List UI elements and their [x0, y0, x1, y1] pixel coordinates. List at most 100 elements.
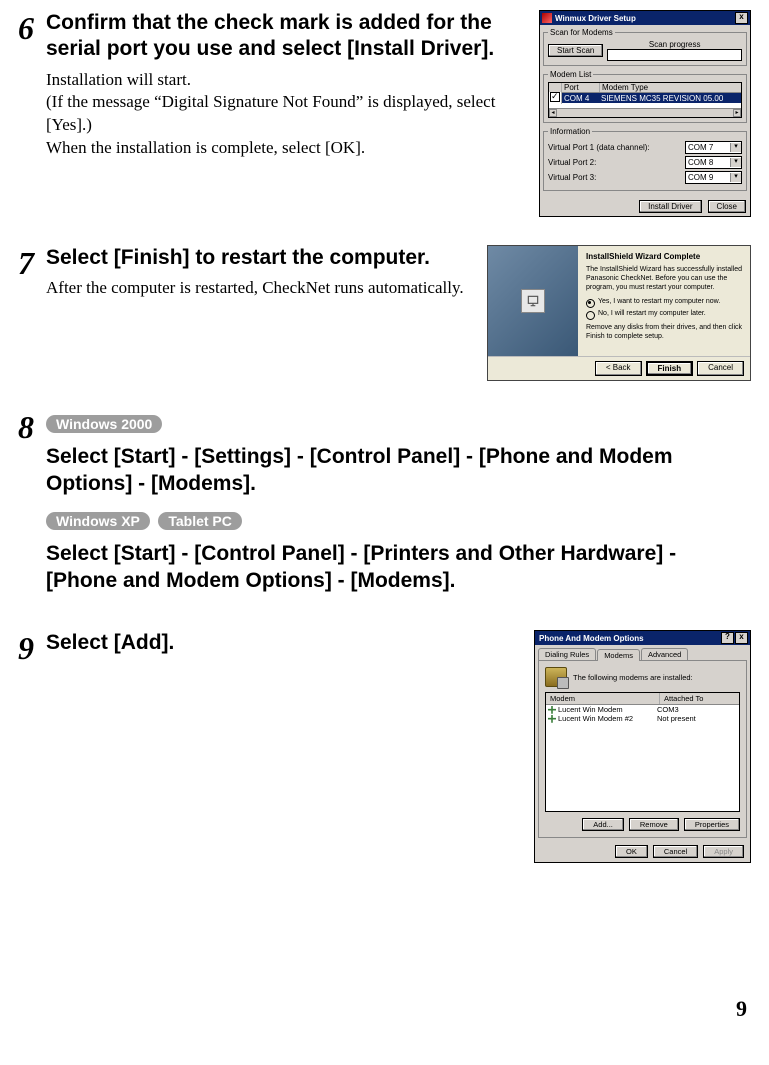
horizontal-scrollbar[interactable]: ◂ ▸ — [549, 108, 741, 117]
modem-item-icon — [548, 715, 556, 723]
step-6: 6 Confirm that the check mark is added f… — [18, 10, 751, 217]
step-number: 8 — [18, 409, 46, 443]
scroll-right-icon[interactable]: ▸ — [733, 109, 741, 117]
scroll-left-icon[interactable]: ◂ — [549, 109, 557, 117]
start-scan-button[interactable]: Start Scan — [548, 44, 603, 57]
chevron-down-icon: ▾ — [730, 173, 741, 182]
step-text: Select [Add]. — [46, 630, 534, 662]
page: 6 Confirm that the check mark is added f… — [0, 0, 769, 1030]
radio-icon — [586, 299, 595, 308]
step8-instruction-a: Select [Start] - [Settings] - [Control P… — [46, 443, 751, 498]
step-text: Select [Finish] to restart the computer.… — [46, 245, 487, 300]
vp2-label: Virtual Port 2: — [548, 158, 596, 167]
dialog-button-row: OK Cancel Apply — [535, 841, 750, 862]
help-button[interactable]: ? — [721, 632, 734, 644]
step6-line2: (If the message “Digital Signature Not F… — [46, 91, 529, 137]
restart-radio-group: Yes, I want to restart my computer now. … — [586, 298, 742, 320]
modem-item-icon — [548, 706, 556, 714]
step6-line3: When the installation is complete, selec… — [46, 137, 529, 160]
step-7: 7 Select [Finish] to restart the compute… — [18, 245, 751, 381]
vp1-select[interactable]: COM 7 ▾ — [685, 141, 742, 154]
chevron-down-icon: ▾ — [730, 158, 741, 167]
col-modem: Modem — [546, 693, 660, 704]
vp1-value: COM 7 — [686, 143, 730, 152]
vp3-select[interactable]: COM 9 ▾ — [685, 171, 742, 184]
tab-modems[interactable]: Modems — [597, 649, 640, 661]
properties-button[interactable]: Properties — [684, 818, 740, 831]
vp1-label: Virtual Port 1 (data channel): — [548, 143, 650, 152]
ok-button[interactable]: OK — [615, 845, 648, 858]
list-header: Modem Attached To — [546, 693, 739, 705]
tab-dialing-rules[interactable]: Dialing Rules — [538, 648, 596, 660]
client-area: Scan for Modems Start Scan Scan progress… — [540, 25, 750, 198]
os-pill-windows-2000: Windows 2000 — [46, 415, 162, 433]
radio-restart-later-label: No, I will restart my computer later. — [598, 310, 706, 317]
row-attached-to: COM3 — [655, 705, 739, 714]
radio-restart-later[interactable]: No, I will restart my computer later. — [586, 310, 742, 320]
step-number: 9 — [18, 630, 46, 664]
app-icon — [542, 13, 552, 23]
close-button[interactable]: x — [735, 632, 748, 644]
step-title: Confirm that the check mark is added for… — [46, 10, 529, 63]
apply-button[interactable]: Apply — [703, 845, 744, 858]
step-text: Confirm that the check mark is added for… — [46, 10, 539, 160]
information-group: Information Virtual Port 1 (data channel… — [543, 127, 747, 191]
col-port: Port — [562, 83, 600, 92]
tab-strip: Dialing Rules Modems Advanced — [535, 645, 750, 660]
step7-line1: After the computer is restarted, CheckNe… — [46, 277, 477, 300]
scan-group: Scan for Modems Start Scan Scan progress — [543, 28, 747, 66]
list-header: Port Modem Type — [549, 83, 741, 93]
close-button[interactable]: Close — [708, 200, 746, 213]
install-driver-button[interactable]: Install Driver — [639, 200, 701, 213]
step-body: Select [Add]. Phone And Modem Options ? … — [46, 630, 751, 863]
col-modem-type: Modem Type — [600, 83, 741, 92]
computer-icon — [521, 289, 545, 313]
step-number: 6 — [18, 10, 46, 44]
intro-row: The following modems are installed: — [545, 667, 740, 687]
modem-list-group: Modem List Port Modem Type COM 4 SIEMENS… — [543, 70, 747, 123]
check-icon — [550, 92, 560, 102]
close-button[interactable]: x — [735, 12, 748, 24]
list-row[interactable]: COM 4 SIEMENS MC35 REVISION 05.00 — [549, 93, 741, 103]
step-9: 9 Select [Add]. Phone And Modem Options … — [18, 630, 751, 863]
installshield-wizard-dialog: InstallShield Wizard Complete The Instal… — [487, 245, 751, 381]
scan-progress-label: Scan progress — [607, 40, 742, 49]
modem-list[interactable]: Port Modem Type COM 4 SIEMENS MC35 REVIS… — [548, 82, 742, 118]
wizard-content: InstallShield Wizard Complete The Instal… — [578, 246, 750, 356]
cancel-button[interactable]: Cancel — [697, 361, 744, 376]
finish-button[interactable]: Finish — [646, 361, 694, 376]
step-body: Windows 2000 Select [Start] - [Settings]… — [46, 409, 751, 602]
wizard-sidebar — [488, 246, 578, 356]
window-title: Winmux Driver Setup — [555, 14, 735, 23]
step-description: Installation will start. (If the message… — [46, 69, 529, 161]
modem-list[interactable]: Modem Attached To Lucent Win Modem COM3 … — [545, 692, 740, 812]
vp2-select[interactable]: COM 8 ▾ — [685, 156, 742, 169]
chevron-down-icon: ▾ — [730, 143, 741, 152]
radio-restart-now[interactable]: Yes, I want to restart my computer now. — [586, 298, 742, 308]
tab-advanced[interactable]: Advanced — [641, 648, 688, 660]
wizard-heading: InstallShield Wizard Complete — [586, 252, 742, 261]
add-button[interactable]: Add... — [582, 818, 624, 831]
scan-legend: Scan for Modems — [548, 28, 615, 37]
radio-icon — [586, 311, 595, 320]
step-8: 8 Windows 2000 Select [Start] - [Setting… — [18, 409, 751, 602]
cancel-button[interactable]: Cancel — [653, 845, 698, 858]
intro-text: The following modems are installed: — [573, 673, 693, 682]
row-port: COM 4 — [562, 94, 599, 103]
button-row: Install Driver Close — [540, 198, 750, 216]
vp2-value: COM 8 — [686, 158, 730, 167]
list-row[interactable]: Lucent Win Modem #2 Not present — [546, 714, 739, 723]
back-button[interactable]: < Back — [595, 361, 642, 376]
vp3-label: Virtual Port 3: — [548, 173, 596, 182]
row-modem-name: Lucent Win Modem #2 — [558, 714, 633, 723]
list-row[interactable]: Lucent Win Modem COM3 — [546, 705, 739, 714]
modem-list-legend: Modem List — [548, 70, 593, 79]
step-title: Select [Add]. — [46, 630, 524, 656]
wizard-para1: The InstallShield Wizard has successfull… — [586, 265, 742, 292]
vp3-value: COM 9 — [686, 173, 730, 182]
remove-button[interactable]: Remove — [629, 818, 679, 831]
scan-progress-bar — [607, 49, 742, 61]
row-modem-name: Lucent Win Modem — [558, 705, 623, 714]
row-checkbox-cell[interactable] — [549, 92, 562, 104]
phone-and-modem-options-dialog: Phone And Modem Options ? x Dialing Rule… — [534, 630, 751, 863]
